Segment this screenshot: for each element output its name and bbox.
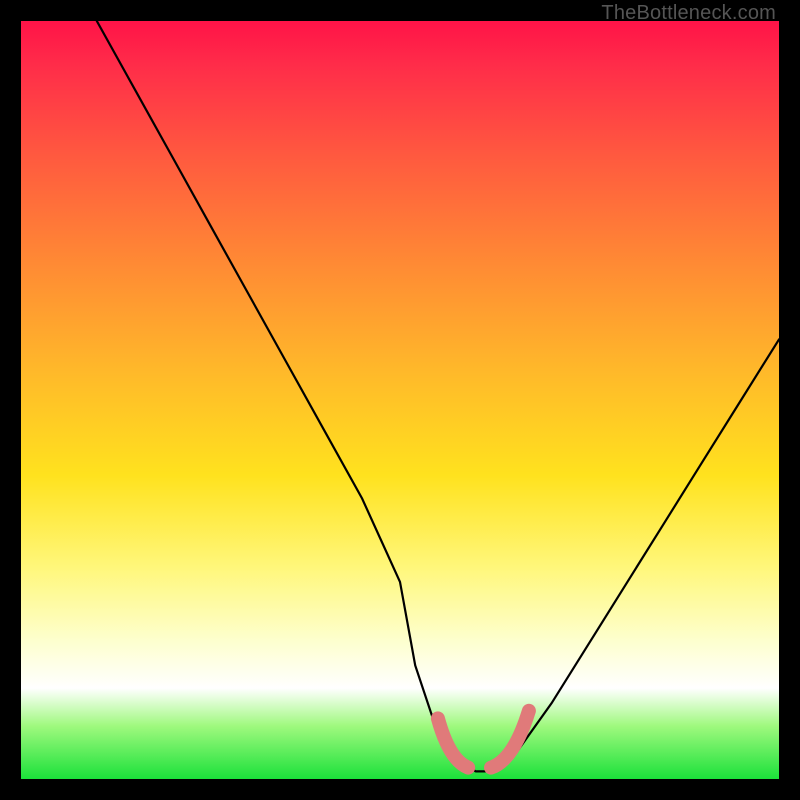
chart-frame: TheBottleneck.com bbox=[0, 0, 800, 800]
optimal-marker-right bbox=[491, 711, 529, 768]
bottleneck-curve bbox=[21, 21, 779, 779]
chart-plot-area bbox=[21, 21, 779, 779]
optimal-marker-left bbox=[438, 718, 468, 767]
curve-path bbox=[97, 21, 779, 771]
